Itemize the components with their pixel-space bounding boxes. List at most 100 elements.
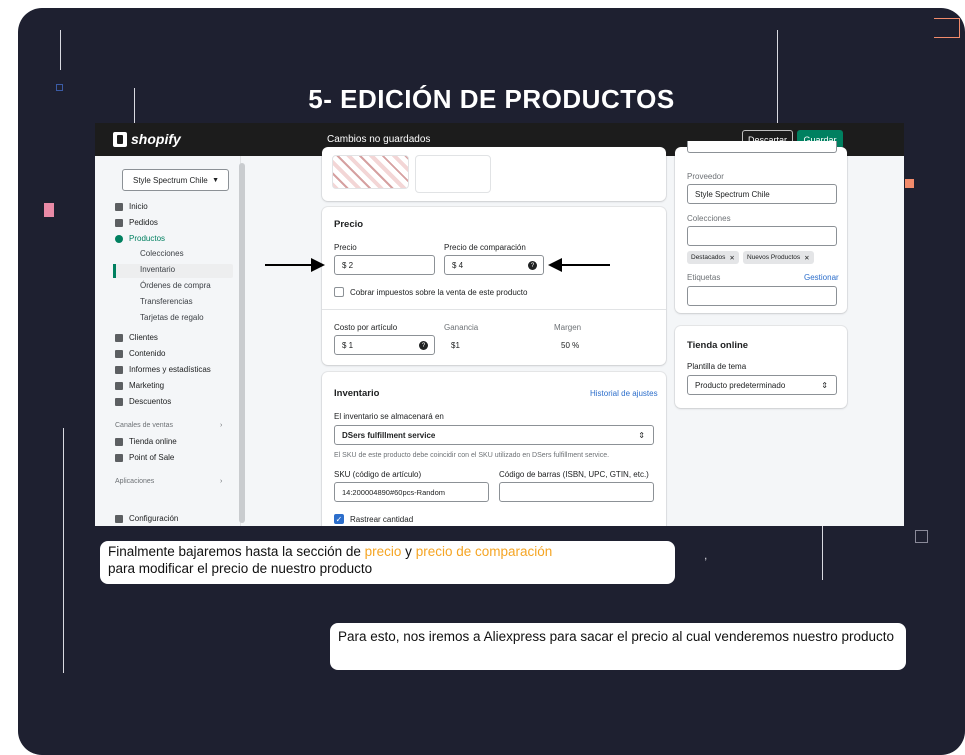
shopify-logo[interactable]: shopify xyxy=(113,131,181,147)
media-card xyxy=(322,147,666,201)
sidebar-group-label: Canales de ventas xyxy=(115,422,173,429)
sidebar-item-label: Transferencias xyxy=(140,297,193,306)
store-icon xyxy=(115,437,123,446)
sidebar-item-label: Marketing xyxy=(129,381,165,390)
discount-icon xyxy=(115,397,123,406)
location-label: El inventario se almacenará en xyxy=(334,412,444,421)
sidebar-item-label: Contenido xyxy=(129,349,166,358)
shopify-logo-text: shopify xyxy=(131,131,181,147)
decorative-line xyxy=(60,30,61,70)
stray-mark: , xyxy=(704,548,708,562)
track-quantity-checkbox[interactable]: ✓ xyxy=(334,514,344,524)
sidebar-scrollbar[interactable] xyxy=(239,163,245,523)
sidebar-group-aplicaciones[interactable]: Aplicaciones › xyxy=(115,478,222,485)
sidebar-item-pos[interactable]: Point of Sale xyxy=(115,453,174,462)
store-selector[interactable]: Style Spectrum Chile ▼ xyxy=(122,169,229,191)
barcode-label: Código de barras (ISBN, UPC, GTIN, etc.) xyxy=(499,470,649,479)
compare-price-input[interactable]: $ 4? xyxy=(444,255,544,275)
slide-frame: 5- EDICIÓN DE PRODUCTOS shopify Cambios … xyxy=(18,8,965,755)
product-image-thumbnail[interactable] xyxy=(332,155,409,189)
select-arrows-icon: ⇕ xyxy=(821,380,828,390)
close-icon[interactable]: ✕ xyxy=(804,254,809,262)
charge-taxes-label: Cobrar impuestos sobre la venta de este … xyxy=(350,288,528,297)
shopify-screenshot: shopify Cambios no guardados Descartar G… xyxy=(95,123,904,526)
sidebar-item-marketing[interactable]: Marketing xyxy=(115,381,164,390)
sidebar-item-informes[interactable]: Informes y estadísticas xyxy=(115,365,211,374)
help-icon[interactable]: ? xyxy=(528,261,537,270)
sidebar-item-pedidos[interactable]: Pedidos xyxy=(115,218,158,227)
decorative-line xyxy=(777,30,778,136)
sidebar-item-configuracion[interactable]: Configuración xyxy=(115,514,178,523)
store-name: Style Spectrum Chile xyxy=(133,175,208,185)
chevron-right-icon: › xyxy=(220,478,223,485)
cost-value: $ 1 xyxy=(342,340,354,350)
close-icon[interactable]: ✕ xyxy=(729,254,734,262)
sidebar-item-label: Informes y estadísticas xyxy=(129,365,211,374)
sidebar-item-label: Inicio xyxy=(129,202,148,211)
help-icon[interactable]: ? xyxy=(419,341,428,350)
marketing-icon xyxy=(115,381,123,390)
manage-tags-link[interactable]: Gestionar xyxy=(804,273,839,282)
caption-highlight: precio de comparación xyxy=(415,544,553,559)
sidebar-item-descuentos[interactable]: Descuentos xyxy=(115,397,171,406)
chevron-down-icon: ▼ xyxy=(212,176,219,184)
analytics-icon xyxy=(115,365,123,374)
caption-text: Finalmente bajaremos hasta la sección de xyxy=(108,544,365,559)
sidebar-item-productos[interactable]: Productos xyxy=(115,234,165,243)
caption-bubble: Finalmente bajaremos hasta la sección de… xyxy=(100,541,675,584)
product-type-input[interactable] xyxy=(687,141,837,153)
decorative-square xyxy=(905,179,914,188)
barcode-input[interactable] xyxy=(499,482,654,502)
sidebar: Style Spectrum Chile ▼ Inicio Pedidos Pro… xyxy=(95,156,241,526)
vendor-input[interactable]: Style Spectrum Chile xyxy=(687,184,837,204)
online-store-title: Tienda online xyxy=(687,340,749,351)
tags-input[interactable] xyxy=(687,286,837,306)
decorative-line xyxy=(822,518,823,580)
vendor-label: Proveedor xyxy=(687,172,724,181)
shopify-bag-icon xyxy=(113,131,127,147)
sidebar-item-label: Inventario xyxy=(140,265,176,274)
sidebar-item-label: Tarjetas de regalo xyxy=(140,313,204,322)
margin-value: 50 % xyxy=(561,340,580,350)
inventory-card: Inventario Historial de ajustes El inven… xyxy=(322,372,666,526)
sidebar-item-inicio[interactable]: Inicio xyxy=(115,202,148,211)
settings-icon xyxy=(115,514,123,523)
sidebar-item-colecciones[interactable]: Colecciones xyxy=(140,249,184,258)
location-select[interactable]: DSers fulfillment service ⇕ xyxy=(334,425,654,445)
sidebar-item-label: Point of Sale xyxy=(129,453,175,462)
inventory-card-title: Inventario xyxy=(334,388,380,399)
sidebar-item-label: Descuentos xyxy=(129,397,172,406)
home-icon xyxy=(115,202,123,211)
arrow-left-icon xyxy=(548,258,610,272)
sidebar-group-label: Aplicaciones xyxy=(115,478,155,485)
sidebar-item-tienda-online[interactable]: Tienda online xyxy=(115,437,177,446)
price-label: Precio xyxy=(334,243,357,252)
sidebar-item-label: Productos xyxy=(129,234,166,243)
select-arrows-icon: ⇕ xyxy=(638,430,645,440)
theme-template-label: Plantilla de tema xyxy=(687,362,747,371)
price-input[interactable]: $ 2 xyxy=(334,255,435,275)
sidebar-item-contenido[interactable]: Contenido xyxy=(115,349,165,358)
adjustment-history-link[interactable]: Historial de ajustes xyxy=(590,389,658,398)
product-image-thumbnail[interactable] xyxy=(415,155,491,193)
sidebar-group-canales[interactable]: Canales de ventas › xyxy=(115,422,222,429)
collection-tag-label: Nuevos Productos xyxy=(747,254,801,261)
sidebar-item-ordenes[interactable]: Órdenes de compra xyxy=(140,281,211,290)
caption-text: Para esto, nos iremos a Aliexpress para … xyxy=(338,629,895,644)
sidebar-item-transferencias[interactable]: Transferencias xyxy=(140,297,193,306)
sku-input[interactable]: 14:200004890#60pcs-Random xyxy=(334,482,489,502)
collections-input[interactable] xyxy=(687,226,837,246)
tags-label: Etiquetas xyxy=(687,273,721,282)
sidebar-item-tarjetas[interactable]: Tarjetas de regalo xyxy=(140,313,204,322)
cost-label: Costo por artículo xyxy=(334,323,398,332)
sidebar-item-inventario[interactable]: Inventario xyxy=(140,265,175,274)
compare-price-value: $ 4 xyxy=(452,260,464,270)
theme-template-select[interactable]: Producto predeterminado ⇕ xyxy=(687,375,837,395)
sidebar-item-label: Tienda online xyxy=(129,437,177,446)
caption-text: y xyxy=(401,544,416,559)
charge-taxes-checkbox[interactable] xyxy=(334,287,344,297)
sidebar-item-clientes[interactable]: Clientes xyxy=(115,333,158,342)
sidebar-item-label: Configuración xyxy=(129,514,179,523)
organization-card: Proveedor Style Spectrum Chile Coleccion… xyxy=(675,141,847,313)
cost-input[interactable]: $ 1? xyxy=(334,335,435,355)
